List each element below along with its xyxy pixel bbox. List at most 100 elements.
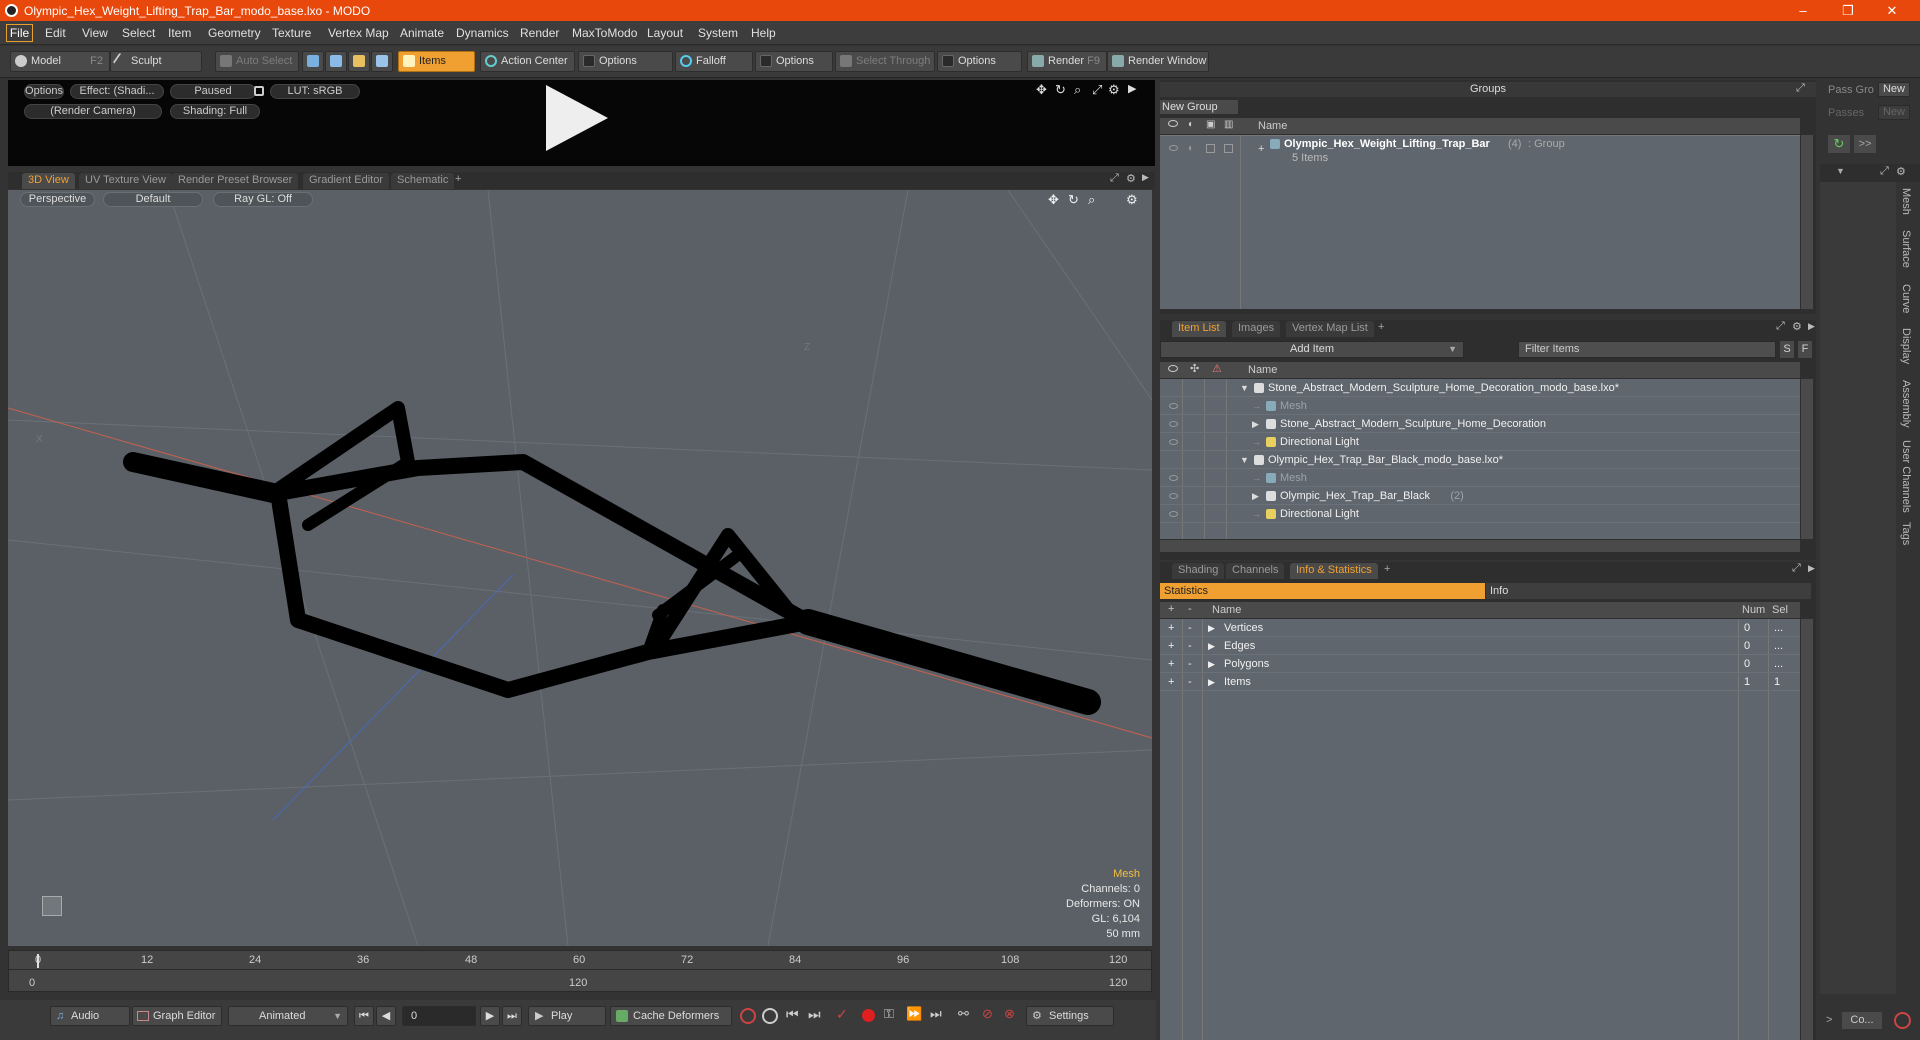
item-list-row[interactable]: → Directional Light bbox=[1160, 433, 1800, 451]
item-list-scrollbar[interactable] bbox=[1801, 379, 1813, 539]
falloff-options-button[interactable]: Options bbox=[755, 51, 833, 72]
timeline[interactable]: 0 12 24 36 48 60 72 84 96 108 120 0 120 … bbox=[8, 950, 1152, 992]
perspective-dropdown[interactable]: Perspective bbox=[20, 192, 95, 207]
lock-icon[interactable]: ▣ bbox=[1206, 119, 1215, 130]
maximize-button[interactable]: ❐ bbox=[1828, 1, 1868, 20]
vertices-mode-button[interactable] bbox=[302, 51, 324, 72]
chevron-right-icon[interactable]: ▶ bbox=[1208, 619, 1215, 637]
chevron-down-icon[interactable]: ▼ bbox=[1240, 379, 1249, 397]
stats-row[interactable]: + - ▶ Items 1 1 bbox=[1160, 673, 1800, 691]
maximize-panel-icon[interactable]: ⤢ bbox=[1880, 165, 1889, 178]
animated-dropdown[interactable]: Animated ▼ bbox=[228, 1006, 348, 1026]
expand-icon[interactable]: + bbox=[1258, 143, 1264, 155]
effect-dropdown[interactable]: Effect: (Shadi... bbox=[70, 84, 164, 99]
groups-scrollbar[interactable] bbox=[1801, 135, 1813, 309]
eye-icon[interactable] bbox=[1169, 421, 1178, 427]
default-shading-dropdown[interactable]: Default bbox=[103, 192, 203, 207]
step-forward-icon[interactable]: ⏩ bbox=[906, 1006, 922, 1022]
clear-keys-icon[interactable]: ⊗ bbox=[1004, 1006, 1015, 1022]
item-list-row[interactable]: ▶ Olympic_Hex_Trap_Bar_Black (2) bbox=[1160, 487, 1800, 505]
item-list-row[interactable]: → Directional Light bbox=[1160, 505, 1800, 523]
side-tab-tags[interactable]: Tags bbox=[1900, 522, 1912, 545]
expand-icon[interactable]: + bbox=[1168, 619, 1174, 637]
menu-item[interactable]: Item bbox=[168, 26, 191, 40]
tab-shading[interactable]: Shading bbox=[1172, 563, 1225, 579]
items-mode-button[interactable]: Items bbox=[398, 51, 475, 72]
render-window-button[interactable]: Render Window bbox=[1107, 51, 1209, 72]
menu-dynamics[interactable]: Dynamics bbox=[456, 26, 509, 40]
next-key-icon[interactable]: ⏭ bbox=[808, 1006, 821, 1023]
eye-icon[interactable] bbox=[1169, 403, 1178, 409]
menu-geometry[interactable]: Geometry bbox=[208, 26, 261, 40]
item-list-row[interactable]: → Mesh bbox=[1160, 397, 1800, 415]
tab-item-list[interactable]: Item List bbox=[1172, 321, 1226, 337]
eye-icon[interactable] bbox=[1169, 475, 1178, 481]
pan-icon[interactable]: ✥ bbox=[1036, 82, 1047, 98]
tab-channels[interactable]: Channels bbox=[1226, 563, 1285, 579]
eye-icon[interactable] bbox=[1169, 493, 1178, 499]
tab-schematic[interactable]: Schematic bbox=[391, 173, 455, 189]
gear-icon[interactable]: ⚙ bbox=[1126, 192, 1138, 208]
maximize-panel-icon[interactable]: ⤢ bbox=[1796, 82, 1805, 95]
menu-vertex-map[interactable]: Vertex Map bbox=[328, 26, 389, 40]
key-icon[interactable] bbox=[762, 1008, 778, 1024]
graph-editor-button[interactable]: Graph Editor bbox=[132, 1006, 222, 1026]
menu-texture[interactable]: Texture bbox=[272, 26, 311, 40]
gear-icon[interactable]: ⚙ bbox=[1108, 82, 1120, 98]
filter-f-button[interactable]: F bbox=[1798, 341, 1812, 358]
chevron-right-icon[interactable]: ▶ bbox=[1252, 415, 1259, 433]
gear-icon[interactable]: ⚙ bbox=[1896, 165, 1906, 178]
filter-items-input[interactable]: Filter Items bbox=[1518, 341, 1776, 358]
menu-edit[interactable]: Edit bbox=[45, 26, 66, 40]
collapse-all-icon[interactable]: - bbox=[1188, 603, 1192, 615]
select-through-options-button[interactable]: Options bbox=[937, 51, 1022, 72]
stats-scrollbar[interactable] bbox=[1801, 619, 1813, 1040]
expand-icon[interactable]: + bbox=[1168, 637, 1174, 655]
collapse-icon[interactable]: - bbox=[1188, 655, 1192, 673]
item-list-row[interactable]: ▼ Stone_Abstract_Modern_Sculpture_Home_De… bbox=[1160, 379, 1800, 397]
expand-all-icon[interactable]: + bbox=[1168, 603, 1174, 615]
statistics-tab[interactable]: Statistics bbox=[1160, 583, 1485, 599]
camera-dropdown[interactable]: (Render Camera) bbox=[24, 104, 162, 119]
select-icon[interactable]: ▥ bbox=[1224, 119, 1233, 130]
play-icon[interactable] bbox=[546, 85, 608, 151]
maximize-panel-icon[interactable]: ⤢ bbox=[1110, 172, 1119, 185]
item-list-row[interactable]: ▶ Stone_Abstract_Modern_Sculpture_Home_De… bbox=[1160, 415, 1800, 433]
gear-icon[interactable]: ⚙ bbox=[1792, 320, 1802, 333]
play-button[interactable]: ▶ Play bbox=[528, 1006, 606, 1026]
menu-select[interactable]: Select bbox=[122, 26, 155, 40]
lock-icon[interactable] bbox=[254, 86, 264, 96]
new-pass-button[interactable]: New bbox=[1878, 105, 1910, 120]
pan-icon[interactable]: ✥ bbox=[1048, 192, 1059, 208]
stats-row[interactable]: + - ▶ Polygons 0... bbox=[1160, 655, 1800, 673]
rotate-icon[interactable]: ↻ bbox=[1068, 192, 1079, 208]
chevron-right-icon[interactable]: ▶ bbox=[1208, 673, 1215, 691]
go-to-end-button[interactable]: ⏭ bbox=[502, 1006, 522, 1026]
minimize-button[interactable]: – bbox=[1783, 1, 1823, 20]
refresh-icon[interactable]: ↻ bbox=[1828, 135, 1850, 153]
chevron-down-icon[interactable]: ▼ bbox=[1240, 451, 1249, 469]
stats-row[interactable]: + - ▶ Edges 0... bbox=[1160, 637, 1800, 655]
rotate-icon[interactable]: ↻ bbox=[1055, 82, 1066, 98]
skip-forward-icon[interactable]: ⏭ bbox=[930, 1006, 942, 1022]
side-tab-curve[interactable]: Curve bbox=[1900, 284, 1912, 313]
previous-key-button[interactable]: ◀ bbox=[376, 1006, 396, 1026]
lock-icon[interactable]: ⚠ bbox=[1212, 362, 1222, 375]
render-button[interactable]: Render F9 bbox=[1027, 51, 1107, 72]
collapse-icon[interactable]: - bbox=[1188, 619, 1192, 637]
settings-button[interactable]: ⚙ Settings bbox=[1026, 1006, 1114, 1026]
shading-dropdown[interactable]: Shading: Full bbox=[170, 104, 260, 119]
menu-help[interactable]: Help bbox=[751, 26, 776, 40]
side-tab-surface[interactable]: Surface bbox=[1900, 230, 1912, 268]
lock-icon[interactable] bbox=[1206, 144, 1215, 153]
menu-file[interactable]: File bbox=[6, 24, 33, 42]
add-tab-icon[interactable]: + bbox=[1384, 563, 1390, 575]
add-item-button[interactable]: Add Item ▼ bbox=[1160, 341, 1464, 358]
raygl-dropdown[interactable]: Ray GL: Off bbox=[213, 192, 313, 207]
chevron-down-icon[interactable]: ▼ bbox=[1836, 166, 1845, 176]
chevron-right-icon[interactable]: ▶ bbox=[1208, 655, 1215, 673]
polygons-mode-button[interactable] bbox=[348, 51, 370, 72]
side-tab-mesh[interactable]: Mesh bbox=[1900, 188, 1912, 215]
current-frame-field[interactable]: 0 bbox=[402, 1006, 476, 1026]
panel-menu-icon[interactable]: ▶ bbox=[1808, 563, 1815, 574]
